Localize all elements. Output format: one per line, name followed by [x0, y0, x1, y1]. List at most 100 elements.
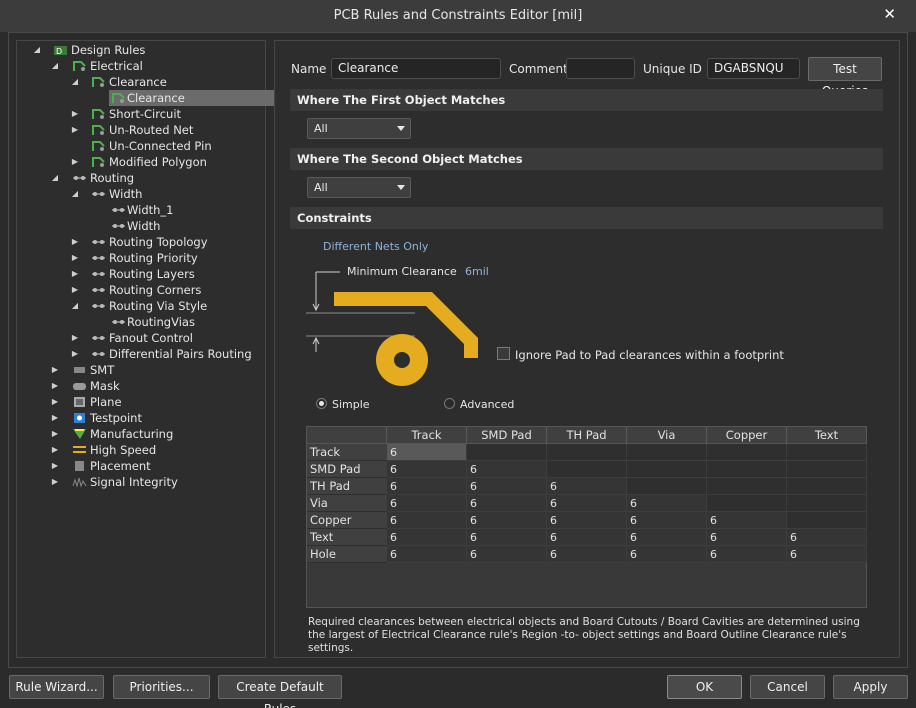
matrix-cell[interactable]: 6	[467, 495, 547, 512]
matrix-cell[interactable]: 6	[467, 529, 547, 546]
tree-item[interactable]: ▶ Short-Circuit	[17, 106, 265, 122]
expanded-arrow-icon[interactable]: ◢	[50, 170, 60, 186]
net-scope-link[interactable]: Different Nets Only	[323, 240, 428, 253]
tree-item[interactable]: Width_1	[17, 202, 265, 218]
matrix-cell[interactable]: 6	[627, 529, 707, 546]
tree-item[interactable]: ▶ Placement	[17, 458, 265, 474]
matrix-cell[interactable]: 6	[787, 546, 867, 563]
matrix-column-header[interactable]: SMD Pad	[467, 427, 547, 444]
tree-item[interactable]: ◢ Routing	[17, 170, 265, 186]
collapsed-arrow-icon[interactable]: ▶	[70, 282, 80, 298]
tree-item[interactable]: ▶ Fanout Control	[17, 330, 265, 346]
collapsed-arrow-icon[interactable]: ▶	[50, 362, 60, 378]
tree-item[interactable]: ▶ Routing Layers	[17, 266, 265, 282]
matrix-cell[interactable]: 6	[467, 546, 547, 563]
collapsed-arrow-icon[interactable]: ▶	[70, 234, 80, 250]
apply-button[interactable]: Apply	[833, 675, 908, 699]
tree-item[interactable]: ▶ Modified Polygon	[17, 154, 265, 170]
ok-button[interactable]: OK	[667, 675, 742, 699]
expanded-arrow-icon[interactable]: ◢	[32, 42, 42, 58]
matrix-cell[interactable]: 6	[707, 512, 787, 529]
matrix-cell[interactable]: 6	[467, 461, 547, 478]
tree-item[interactable]: ◢ Routing Via Style	[17, 298, 265, 314]
collapsed-arrow-icon[interactable]: ▶	[50, 410, 60, 426]
tree-item[interactable]: ▶ Signal Integrity	[17, 474, 265, 490]
simple-radio[interactable]	[316, 398, 327, 409]
ignore-pad-checkbox[interactable]	[497, 347, 510, 360]
matrix-cell[interactable]: 6	[707, 529, 787, 546]
unique-id-field[interactable]: DGABSNQU	[707, 58, 800, 79]
matrix-cell[interactable]: 6	[387, 444, 467, 461]
expanded-arrow-icon[interactable]: ◢	[70, 186, 80, 202]
expanded-arrow-icon[interactable]: ◢	[70, 298, 80, 314]
matrix-column-header[interactable]: Copper	[707, 427, 787, 444]
tree-item[interactable]: Un-Connected Pin	[17, 138, 265, 154]
tree-item[interactable]: ▶ Routing Corners	[17, 282, 265, 298]
collapsed-arrow-icon[interactable]: ▶	[50, 394, 60, 410]
priorities-button[interactable]: Priorities...	[113, 675, 210, 699]
tree-item[interactable]: ▶ High Speed	[17, 442, 265, 458]
matrix-column-header[interactable]: TH Pad	[547, 427, 627, 444]
close-icon[interactable]: ✕	[883, 5, 896, 23]
matrix-cell[interactable]: 6	[547, 529, 627, 546]
collapsed-arrow-icon[interactable]: ▶	[70, 154, 80, 170]
tree-item[interactable]: Clearance	[17, 90, 282, 106]
matrix-cell[interactable]: 6	[387, 461, 467, 478]
first-object-combo[interactable]: All	[307, 118, 411, 139]
matrix-cell[interactable]: 6	[387, 529, 467, 546]
matrix-cell[interactable]: 6	[627, 512, 707, 529]
collapsed-arrow-icon[interactable]: ▶	[50, 426, 60, 442]
matrix-column-header[interactable]: Track	[387, 427, 467, 444]
create-default-rules-button[interactable]: Create Default Rules	[218, 675, 342, 708]
advanced-radio[interactable]	[444, 398, 455, 409]
collapsed-arrow-icon[interactable]: ▶	[50, 474, 60, 490]
matrix-column-header[interactable]: Text	[787, 427, 867, 444]
cancel-button[interactable]: Cancel	[750, 675, 825, 699]
tree-item[interactable]: ▶ Routing Priority	[17, 250, 265, 266]
tree-item[interactable]: ▶ SMT	[17, 362, 265, 378]
matrix-cell[interactable]: 6	[547, 512, 627, 529]
matrix-cell[interactable]: 6	[467, 478, 547, 495]
matrix-cell[interactable]: 6	[387, 478, 467, 495]
matrix-cell[interactable]: 6	[627, 546, 707, 563]
collapsed-arrow-icon[interactable]: ▶	[50, 458, 60, 474]
matrix-cell[interactable]: 6	[467, 512, 547, 529]
tree-item[interactable]: ◢ D Design Rules	[17, 42, 265, 58]
second-object-combo[interactable]: All	[307, 177, 411, 198]
collapsed-arrow-icon[interactable]: ▶	[50, 442, 60, 458]
expanded-arrow-icon[interactable]: ◢	[50, 58, 60, 74]
matrix-cell[interactable]: 6	[387, 512, 467, 529]
tree-item[interactable]: ▶ Manufacturing	[17, 426, 265, 442]
comment-field[interactable]	[566, 58, 635, 79]
matrix-cell[interactable]: 6	[547, 495, 627, 512]
matrix-cell[interactable]: 6	[547, 546, 627, 563]
matrix-cell[interactable]: 6	[387, 546, 467, 563]
tree-item[interactable]: ▶ Differential Pairs Routing	[17, 346, 265, 362]
tree-item[interactable]: ▶ Un-Routed Net	[17, 122, 265, 138]
tree-item[interactable]: ◢ Electrical	[17, 58, 265, 74]
matrix-cell[interactable]: 6	[547, 478, 627, 495]
tree-item[interactable]: ◢ Width	[17, 186, 265, 202]
matrix-cell[interactable]: 6	[707, 546, 787, 563]
tree-item[interactable]: Width	[17, 218, 265, 234]
collapsed-arrow-icon[interactable]: ▶	[70, 250, 80, 266]
tree-item[interactable]: ▶ Plane	[17, 394, 265, 410]
name-field[interactable]: Clearance	[331, 58, 501, 79]
matrix-column-header[interactable]: Via	[627, 427, 707, 444]
collapsed-arrow-icon[interactable]: ▶	[70, 266, 80, 282]
collapsed-arrow-icon[interactable]: ▶	[70, 346, 80, 362]
collapsed-arrow-icon[interactable]: ▶	[70, 106, 80, 122]
tree-item[interactable]: RoutingVias	[17, 314, 265, 330]
tree-item[interactable]: ▶ Routing Topology	[17, 234, 265, 250]
tree-item[interactable]: ▶ Testpoint	[17, 410, 265, 426]
collapsed-arrow-icon[interactable]: ▶	[50, 378, 60, 394]
matrix-cell[interactable]: 6	[627, 495, 707, 512]
matrix-cell[interactable]: 6	[387, 495, 467, 512]
matrix-cell[interactable]: 6	[787, 529, 867, 546]
collapsed-arrow-icon[interactable]: ▶	[70, 330, 80, 346]
tree-item[interactable]: ▶ Mask	[17, 378, 265, 394]
test-queries-button[interactable]: Test Queries	[808, 57, 882, 98]
rule-wizard-button[interactable]: Rule Wizard...	[9, 675, 104, 699]
expanded-arrow-icon[interactable]: ◢	[70, 74, 80, 90]
tree-item[interactable]: ◢ Clearance	[17, 74, 265, 90]
